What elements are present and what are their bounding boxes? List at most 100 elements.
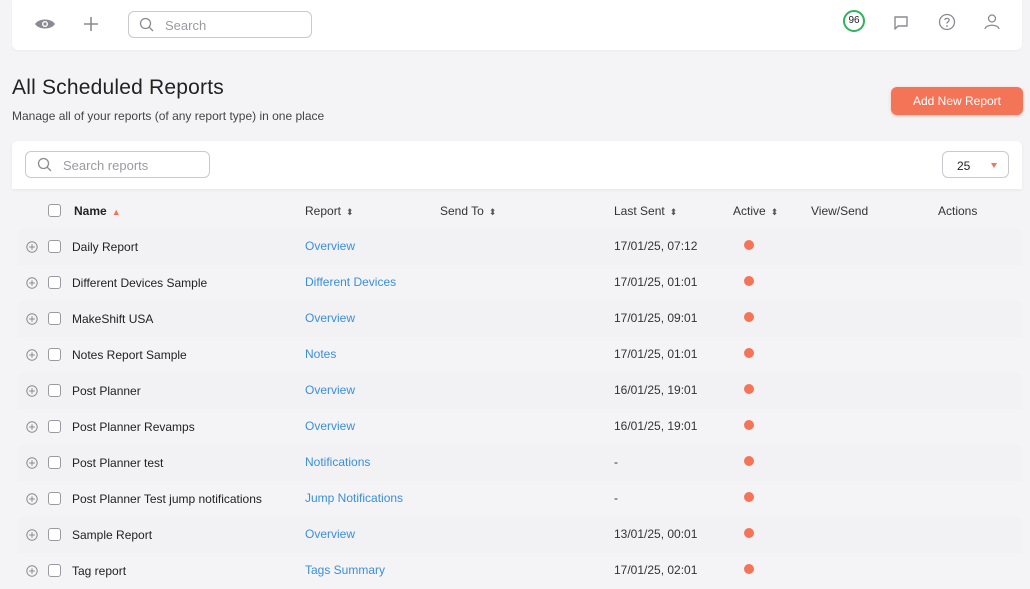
expand-icon[interactable] [26, 420, 38, 438]
expand-icon[interactable] [26, 312, 38, 330]
row-checkbox[interactable] [48, 528, 61, 541]
active-status-dot[interactable] [744, 492, 754, 502]
add-new-report-button[interactable]: Add New Report [891, 87, 1023, 115]
chat-icon[interactable] [892, 14, 910, 32]
report-type-link[interactable]: Overview [305, 383, 355, 397]
report-search[interactable] [25, 151, 210, 178]
report-type-link[interactable]: Notifications [305, 455, 370, 469]
expand-icon[interactable] [26, 276, 38, 294]
per-page-value: 25 [957, 159, 971, 173]
row-checkbox[interactable] [48, 348, 61, 361]
col-header-last-sent-label: Last Sent [614, 204, 665, 218]
report-name: Post Planner [72, 384, 141, 398]
last-sent: 17/01/25, 01:01 [614, 275, 698, 289]
table-row: Different Devices Sample Different Devic… [18, 265, 1022, 301]
row-checkbox[interactable] [48, 384, 61, 397]
page-title: All Scheduled Reports [12, 76, 224, 99]
table-row: Post Planner Revamps Overview 16/01/25, … [18, 409, 1022, 445]
score-badge[interactable]: 96 [843, 10, 865, 32]
row-checkbox[interactable] [48, 276, 61, 289]
expand-icon[interactable] [26, 492, 38, 510]
active-status-dot[interactable] [744, 528, 754, 538]
col-header-send-to-label: Send To [440, 204, 484, 218]
table-toolbar: 25 [12, 141, 1022, 189]
table-row: Post Planner test Notifications - [18, 445, 1022, 481]
expand-icon[interactable] [26, 456, 38, 474]
last-sent: - [614, 455, 618, 469]
sort-icon: ⬍ [488, 207, 497, 217]
sort-icon: ⬍ [346, 207, 354, 217]
row-checkbox[interactable] [48, 240, 61, 253]
col-header-active-label: Active [733, 204, 766, 218]
report-type-link[interactable]: Overview [305, 419, 355, 433]
expand-icon[interactable] [26, 348, 38, 366]
table-row: MakeShift USA Overview 17/01/25, 09:01 [18, 301, 1022, 337]
last-sent: - [614, 491, 618, 505]
last-sent: 17/01/25, 09:01 [614, 311, 698, 325]
col-header-view-send: View/Send [811, 204, 869, 218]
active-status-dot[interactable] [744, 312, 754, 322]
table-row: Post Planner Overview 16/01/25, 19:01 [18, 373, 1022, 409]
active-status-dot[interactable] [744, 456, 754, 466]
report-type-link[interactable]: Tags Summary [305, 563, 385, 577]
report-name: Daily Report [72, 240, 139, 254]
row-checkbox[interactable] [48, 564, 61, 577]
user-icon[interactable] [982, 12, 1002, 32]
report-name: Sample Report [72, 528, 153, 542]
sort-icon: ⬍ [669, 207, 678, 217]
last-sent: 17/01/25, 01:01 [614, 347, 698, 361]
table-row: Post Planner Test jump notifications Jum… [18, 481, 1022, 517]
col-header-name[interactable]: Name ▲ [74, 204, 121, 218]
report-name: Notes Report Sample [72, 348, 187, 362]
active-status-dot[interactable] [744, 384, 754, 394]
top-bar: 96 [12, 0, 1022, 50]
report-type-link[interactable]: Different Devices [305, 275, 396, 289]
report-name: Post Planner Revamps [72, 420, 195, 434]
active-status-dot[interactable] [744, 240, 754, 250]
active-status-dot[interactable] [744, 564, 754, 574]
report-name: Tag report [72, 564, 127, 578]
col-header-report[interactable]: Report ⬍ [305, 204, 354, 218]
report-type-link[interactable]: Overview [305, 239, 355, 253]
sort-icon: ⬍ [770, 207, 779, 217]
eye-icon[interactable] [34, 16, 56, 32]
col-header-last-sent[interactable]: Last Sent ⬍ [614, 204, 677, 218]
global-search-input[interactable] [165, 16, 305, 34]
global-search[interactable] [128, 11, 312, 38]
report-type-link[interactable]: Jump Notifications [305, 491, 403, 505]
search-icon [139, 17, 154, 37]
report-name: Post Planner test [72, 456, 164, 470]
per-page-select[interactable]: 25 [942, 151, 1009, 178]
report-name: MakeShift USA [72, 312, 154, 326]
table-row: Sample Report Overview 13/01/25, 00:01 [18, 517, 1022, 553]
last-sent: 17/01/25, 07:12 [614, 239, 698, 253]
report-type-link[interactable]: Overview [305, 311, 355, 325]
col-header-send-to[interactable]: Send To ⬍ [440, 204, 496, 218]
table-row: Tag report Tags Summary 17/01/25, 02:01 [18, 553, 1022, 589]
help-icon[interactable] [937, 12, 957, 32]
row-checkbox[interactable] [48, 456, 61, 469]
select-all-checkbox[interactable] [48, 204, 61, 217]
active-status-dot[interactable] [744, 348, 754, 358]
expand-icon[interactable] [26, 240, 38, 258]
report-type-link[interactable]: Notes [305, 347, 336, 361]
active-status-dot[interactable] [744, 420, 754, 430]
chevron-down-icon [991, 163, 997, 168]
report-name: Post Planner Test jump notifications [72, 492, 262, 506]
expand-icon[interactable] [26, 528, 38, 546]
row-checkbox[interactable] [48, 312, 61, 325]
table-header: Name ▲ Report ⬍ Send To ⬍ Last Sent ⬍ Active… [12, 193, 1022, 229]
col-header-actions: Actions [938, 204, 978, 218]
active-status-dot[interactable] [744, 276, 754, 286]
expand-icon[interactable] [26, 564, 38, 582]
col-header-active[interactable]: Active ⬍ [733, 204, 778, 218]
plus-icon[interactable] [82, 15, 100, 33]
report-table-body: Daily Report Overview 17/01/25, 07:12 Di… [18, 229, 1022, 589]
last-sent: 13/01/25, 00:01 [614, 527, 698, 541]
row-checkbox[interactable] [48, 492, 61, 505]
expand-icon[interactable] [26, 384, 38, 402]
report-search-input[interactable] [63, 156, 203, 174]
col-header-name-label: Name [74, 204, 107, 218]
report-type-link[interactable]: Overview [305, 527, 355, 541]
row-checkbox[interactable] [48, 420, 61, 433]
